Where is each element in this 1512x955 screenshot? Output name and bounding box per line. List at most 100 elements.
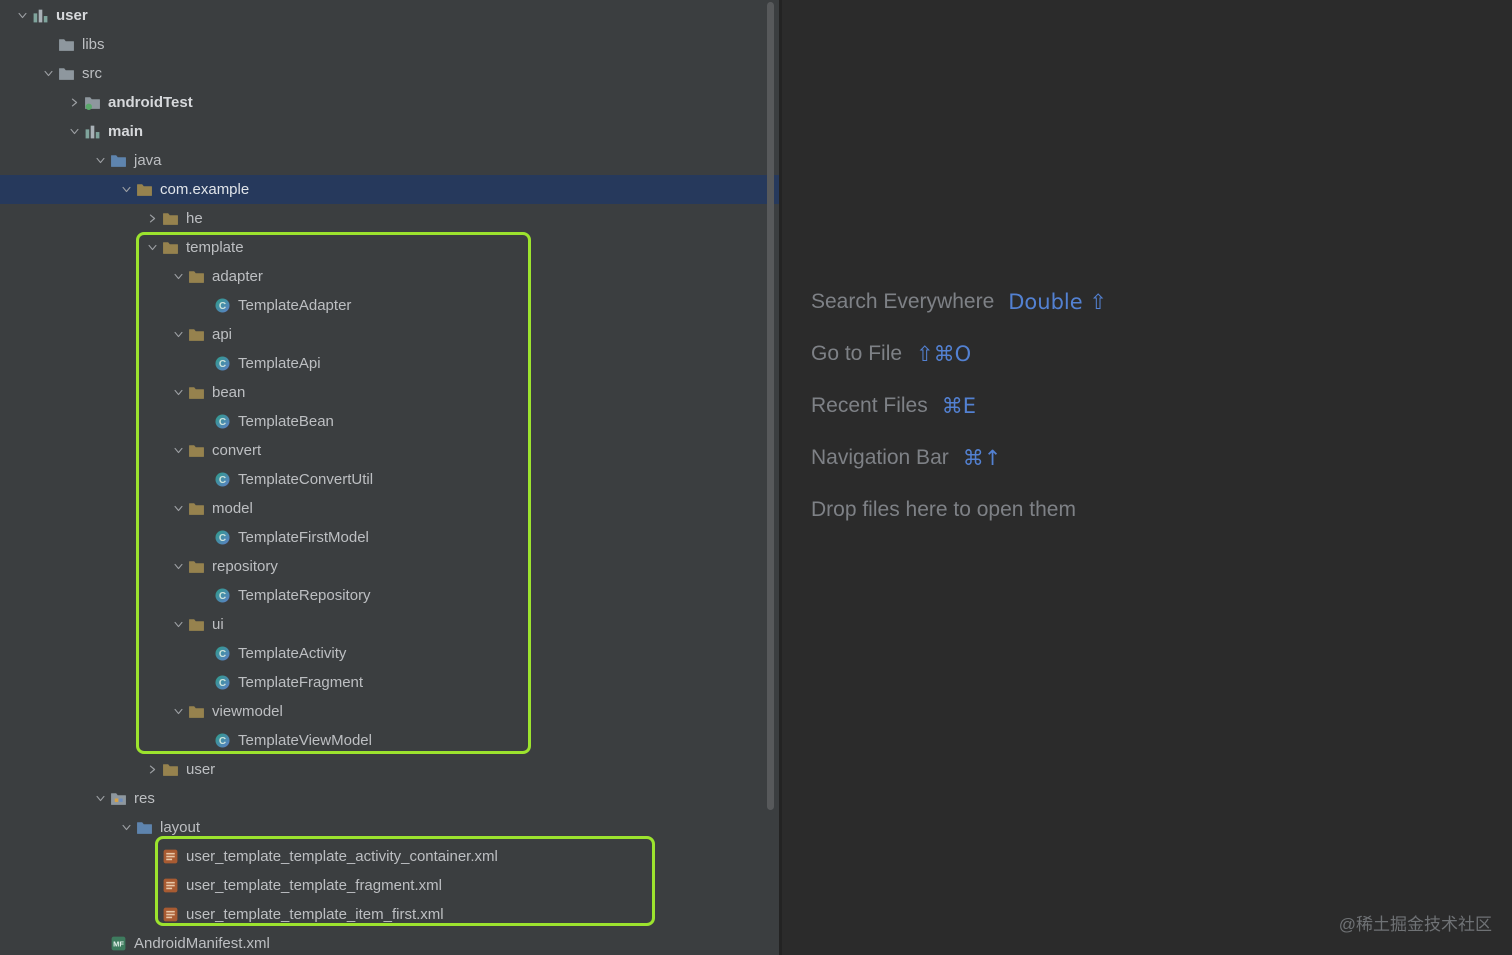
package-icon bbox=[162, 761, 179, 778]
svg-text:C: C bbox=[219, 359, 226, 370]
svg-text:C: C bbox=[219, 301, 226, 312]
tree-item-TemplateFragment[interactable]: CTemplateFragment bbox=[0, 668, 779, 697]
svg-text:C: C bbox=[219, 475, 226, 486]
tree-item-label: user bbox=[186, 761, 215, 778]
shortcut-keys: Double ⇧ bbox=[1008, 290, 1107, 314]
tree-item-TemplateAdapter[interactable]: CTemplateAdapter bbox=[0, 291, 779, 320]
tree-item-api[interactable]: api bbox=[0, 320, 779, 349]
chevron-down-icon[interactable] bbox=[142, 242, 162, 253]
tree-item-label: TemplateActivity bbox=[238, 645, 346, 662]
package-icon bbox=[188, 384, 205, 401]
chevron-down-icon[interactable] bbox=[168, 706, 188, 717]
tree-item-label: TemplateFirstModel bbox=[238, 529, 369, 546]
editor-empty-state[interactable]: Search Everywhere Double ⇧ Go to File⇧⌘ORe… bbox=[779, 0, 1512, 955]
tree-item-label: ui bbox=[212, 616, 224, 633]
scrollbar-thumb[interactable] bbox=[767, 2, 774, 810]
tree-item-model[interactable]: model bbox=[0, 494, 779, 523]
tree-item-label: user_template_template_activity_containe… bbox=[186, 848, 498, 865]
tree-item-user[interactable]: user bbox=[0, 755, 779, 784]
tree-item-label: repository bbox=[212, 558, 278, 575]
shortcut-keys: ⌘↑ bbox=[963, 446, 1002, 470]
tree-item-repository[interactable]: repository bbox=[0, 552, 779, 581]
tree-item-libs[interactable]: libs bbox=[0, 30, 779, 59]
package-icon bbox=[188, 268, 205, 285]
class-icon: C bbox=[214, 355, 231, 372]
folder-test-icon bbox=[84, 94, 101, 111]
svg-text:MF: MF bbox=[113, 940, 124, 949]
tree-item-label: TemplateViewModel bbox=[238, 732, 372, 749]
tree-item-label: he bbox=[186, 210, 203, 227]
svg-text:C: C bbox=[219, 678, 226, 689]
tree-item-viewmodel[interactable]: viewmodel bbox=[0, 697, 779, 726]
shortcut-keys: ⌘E bbox=[942, 394, 976, 418]
tree-item-label: java bbox=[134, 152, 162, 169]
package-icon bbox=[188, 326, 205, 343]
tree-item-label: TemplateApi bbox=[238, 355, 321, 372]
class-icon: C bbox=[214, 732, 231, 749]
tree-item-ui[interactable]: ui bbox=[0, 610, 779, 639]
shortcut-hint: Search Everywhere Double ⇧ bbox=[811, 276, 1107, 328]
class-icon: C bbox=[214, 413, 231, 430]
tree-item-TemplateFirstModel[interactable]: CTemplateFirstModel bbox=[0, 523, 779, 552]
class-icon: C bbox=[214, 645, 231, 662]
chevron-right-icon[interactable] bbox=[142, 764, 162, 775]
tree-item-TemplateViewModel[interactable]: C TemplateViewModel bbox=[0, 726, 779, 755]
tree-item-user_template_template_fragment.xml[interactable]: user_template_template_fragment.xml bbox=[0, 871, 779, 900]
tree-item-res[interactable]: res bbox=[0, 784, 779, 813]
tree-item-convert[interactable]: convert bbox=[0, 436, 779, 465]
chevron-down-icon[interactable] bbox=[12, 10, 32, 21]
tree-item-user_template_template_activity_container.xml[interactable]: user_template_template_activity_containe… bbox=[0, 842, 779, 871]
shortcut-hint: Go to File⇧⌘O bbox=[811, 328, 1107, 380]
chevron-down-icon[interactable] bbox=[168, 619, 188, 630]
tree-item-bean[interactable]: bean bbox=[0, 378, 779, 407]
tree-item-main[interactable]: main bbox=[0, 117, 779, 146]
shortcut-label: Search Everywhere bbox=[811, 290, 994, 314]
tree-item-he[interactable]: he bbox=[0, 204, 779, 233]
tree-item-user[interactable]: user bbox=[0, 1, 779, 30]
chevron-down-icon[interactable] bbox=[168, 561, 188, 572]
tree-item-java[interactable]: java bbox=[0, 146, 779, 175]
tree-item-src[interactable]: src bbox=[0, 59, 779, 88]
chevron-down-icon[interactable] bbox=[64, 126, 84, 137]
tree-item-user_template_template_item_first.xml[interactable]: user_template_template_item_first.xml bbox=[0, 900, 779, 929]
class-icon: C bbox=[214, 297, 231, 314]
tree-item-label: bean bbox=[212, 384, 245, 401]
tree-item-TemplateBean[interactable]: CTemplateBean bbox=[0, 407, 779, 436]
tree-item-TemplateActivity[interactable]: C TemplateActivity bbox=[0, 639, 779, 668]
tree-item-template[interactable]: template bbox=[0, 233, 779, 262]
tree-item-label: main bbox=[108, 123, 143, 140]
chevron-down-icon[interactable] bbox=[168, 503, 188, 514]
svg-text:C: C bbox=[219, 417, 226, 428]
tree-item-AndroidManifest.xml[interactable]: MFAndroidManifest.xml bbox=[0, 929, 779, 955]
chevron-down-icon[interactable] bbox=[90, 155, 110, 166]
ide-window: userlibssrcandroidTestmainjavacom.exampl… bbox=[0, 0, 1512, 955]
chevron-down-icon[interactable] bbox=[168, 271, 188, 282]
chevron-down-icon[interactable] bbox=[116, 822, 136, 833]
tree-item-TemplateApi[interactable]: C TemplateApi bbox=[0, 349, 779, 378]
chevron-down-icon[interactable] bbox=[90, 793, 110, 804]
folder-icon bbox=[58, 65, 75, 82]
chevron-right-icon[interactable] bbox=[64, 97, 84, 108]
tree-item-label: TemplateRepository bbox=[238, 587, 371, 604]
shortcut-label: Drop files here to open them bbox=[811, 498, 1076, 522]
tree-item-androidTest[interactable]: androidTest bbox=[0, 88, 779, 117]
chevron-down-icon[interactable] bbox=[116, 184, 136, 195]
module-icon bbox=[32, 7, 49, 24]
package-icon bbox=[188, 703, 205, 720]
chevron-down-icon[interactable] bbox=[168, 329, 188, 340]
chevron-down-icon[interactable] bbox=[38, 68, 58, 79]
folder-res-icon bbox=[110, 790, 127, 807]
shortcut-hint: Recent Files⌘E bbox=[811, 380, 1107, 432]
svg-text:C: C bbox=[219, 736, 226, 747]
svg-text:C: C bbox=[219, 591, 226, 602]
tree-item-label: adapter bbox=[212, 268, 263, 285]
chevron-down-icon[interactable] bbox=[168, 445, 188, 456]
tree-item-label: TemplateConvertUtil bbox=[238, 471, 373, 488]
chevron-right-icon[interactable] bbox=[142, 213, 162, 224]
chevron-down-icon[interactable] bbox=[168, 387, 188, 398]
tree-item-layout[interactable]: layout bbox=[0, 813, 779, 842]
tree-item-adapter[interactable]: adapter bbox=[0, 262, 779, 291]
tree-item-TemplateRepository[interactable]: C TemplateRepository bbox=[0, 581, 779, 610]
tree-item-TemplateConvertUtil[interactable]: C TemplateConvertUtil bbox=[0, 465, 779, 494]
tree-item-com.example[interactable]: com.example bbox=[0, 175, 779, 204]
